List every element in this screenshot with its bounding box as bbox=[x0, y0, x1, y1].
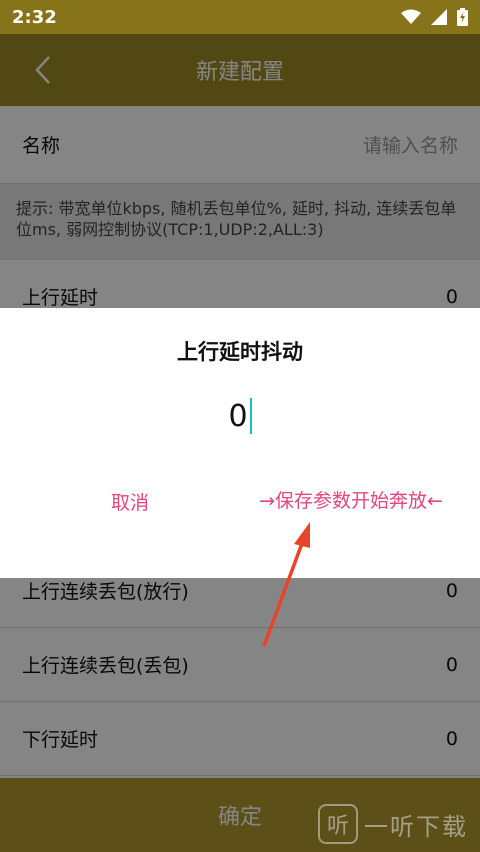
watermark: 听 一听下载 bbox=[318, 804, 468, 844]
battery-charging-icon bbox=[457, 8, 468, 26]
cellular-signal-icon bbox=[431, 9, 447, 25]
status-icons bbox=[401, 8, 468, 26]
jitter-input[interactable]: 0 bbox=[200, 394, 280, 438]
wifi-icon bbox=[401, 9, 421, 24]
watermark-logo: 听 bbox=[318, 804, 358, 844]
status-time: 2:32 bbox=[12, 6, 57, 28]
jitter-input-value: 0 bbox=[228, 398, 248, 434]
text-caret bbox=[249, 398, 252, 434]
jitter-dialog: 上行延时抖动 0 取消 →保存参数开始奔放← bbox=[0, 308, 480, 578]
status-bar: 2:32 bbox=[0, 0, 480, 34]
cancel-button[interactable]: 取消 bbox=[100, 488, 160, 518]
save-button[interactable]: →保存参数开始奔放← bbox=[256, 488, 446, 514]
dialog-title: 上行延时抖动 bbox=[177, 340, 303, 364]
watermark-text: 一听下载 bbox=[364, 812, 468, 841]
